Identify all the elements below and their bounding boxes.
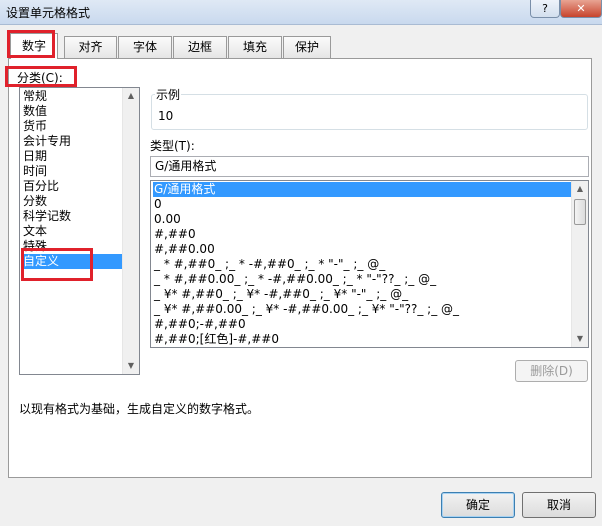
format-code-item[interactable]: _ ¥* #,##0_ ;_ ¥* -#,##0_ ;_ ¥* "-"_ ;_ …: [153, 287, 408, 302]
format-list-scrollbar[interactable]: ▲ ▼: [571, 181, 588, 347]
category-item-scientific[interactable]: 科学记数: [23, 209, 121, 224]
scroll-up-arrow-icon[interactable]: ▲: [572, 181, 588, 197]
category-scrollbar[interactable]: ▲ ▼: [122, 88, 139, 374]
format-code-item[interactable]: #,##0;[红色]-#,##0: [153, 332, 279, 347]
tab-fill[interactable]: 填充: [228, 36, 282, 58]
format-code-item[interactable]: _ * #,##0.00_ ;_ * -#,##0.00_ ;_ * "-"??…: [153, 272, 436, 287]
tab-font[interactable]: 字体: [118, 36, 172, 58]
category-item-number[interactable]: 数值: [23, 104, 121, 119]
format-code-item[interactable]: 0: [153, 197, 162, 212]
category-list[interactable]: 常规 数值 货币 会计专用 日期 时间 百分比 分数 科学记数 文本 特殊 自定…: [19, 87, 140, 375]
type-input[interactable]: G/通用格式: [150, 156, 589, 177]
sample-group: [151, 94, 588, 130]
help-button[interactable]: ?: [530, 0, 560, 18]
tab-protection[interactable]: 保护: [283, 36, 331, 58]
type-label: 类型(T):: [150, 139, 195, 153]
annotation-box-custom-item: [21, 248, 93, 281]
format-code-item[interactable]: #,##0.00: [153, 242, 215, 257]
format-code-list[interactable]: G/通用格式 0 0.00 #,##0 #,##0.00 _ * #,##0_ …: [150, 180, 589, 348]
category-item-currency[interactable]: 货币: [23, 119, 121, 134]
tab-alignment[interactable]: 对齐: [64, 36, 117, 58]
format-code-item[interactable]: 0.00: [153, 212, 181, 227]
scroll-down-arrow-icon[interactable]: ▼: [123, 358, 139, 374]
scroll-up-arrow-icon[interactable]: ▲: [123, 88, 139, 104]
dialog-title: 设置单元格格式: [6, 6, 91, 20]
cancel-button[interactable]: 取消: [522, 492, 596, 518]
tab-border[interactable]: 边框: [173, 36, 227, 58]
category-item-general[interactable]: 常规: [23, 89, 121, 104]
format-code-item[interactable]: G/通用格式: [153, 182, 571, 197]
sample-legend: 示例: [155, 86, 182, 103]
annotation-box-number-tab: [7, 30, 55, 58]
ok-button[interactable]: 确定: [441, 492, 515, 518]
scroll-thumb[interactable]: [574, 199, 586, 225]
sample-value: 10: [158, 109, 174, 123]
category-item-time[interactable]: 时间: [23, 164, 121, 179]
format-code-item[interactable]: _ * #,##0_ ;_ * -#,##0_ ;_ * "-"_ ;_ @_: [153, 257, 385, 272]
category-item-accounting[interactable]: 会计专用: [23, 134, 121, 149]
delete-button[interactable]: 删除(D): [515, 360, 588, 382]
format-code-item[interactable]: _ ¥* #,##0.00_ ;_ ¥* -#,##0.00_ ;_ ¥* "-…: [153, 302, 459, 317]
category-item-text[interactable]: 文本: [23, 224, 121, 239]
format-code-item[interactable]: #,##0;-#,##0: [153, 317, 246, 332]
format-code-item[interactable]: #,##0: [153, 227, 196, 242]
annotation-box-category-label: [5, 66, 77, 87]
category-item-date[interactable]: 日期: [23, 149, 121, 164]
title-bar: 设置单元格格式 ? ✕: [0, 0, 602, 25]
category-item-percentage[interactable]: 百分比: [23, 179, 121, 194]
close-button[interactable]: ✕: [560, 0, 602, 18]
format-description: 以现有格式为基础，生成自定义的数字格式。: [19, 402, 260, 416]
category-item-fraction[interactable]: 分数: [23, 194, 121, 209]
scroll-down-arrow-icon[interactable]: ▼: [572, 331, 588, 347]
